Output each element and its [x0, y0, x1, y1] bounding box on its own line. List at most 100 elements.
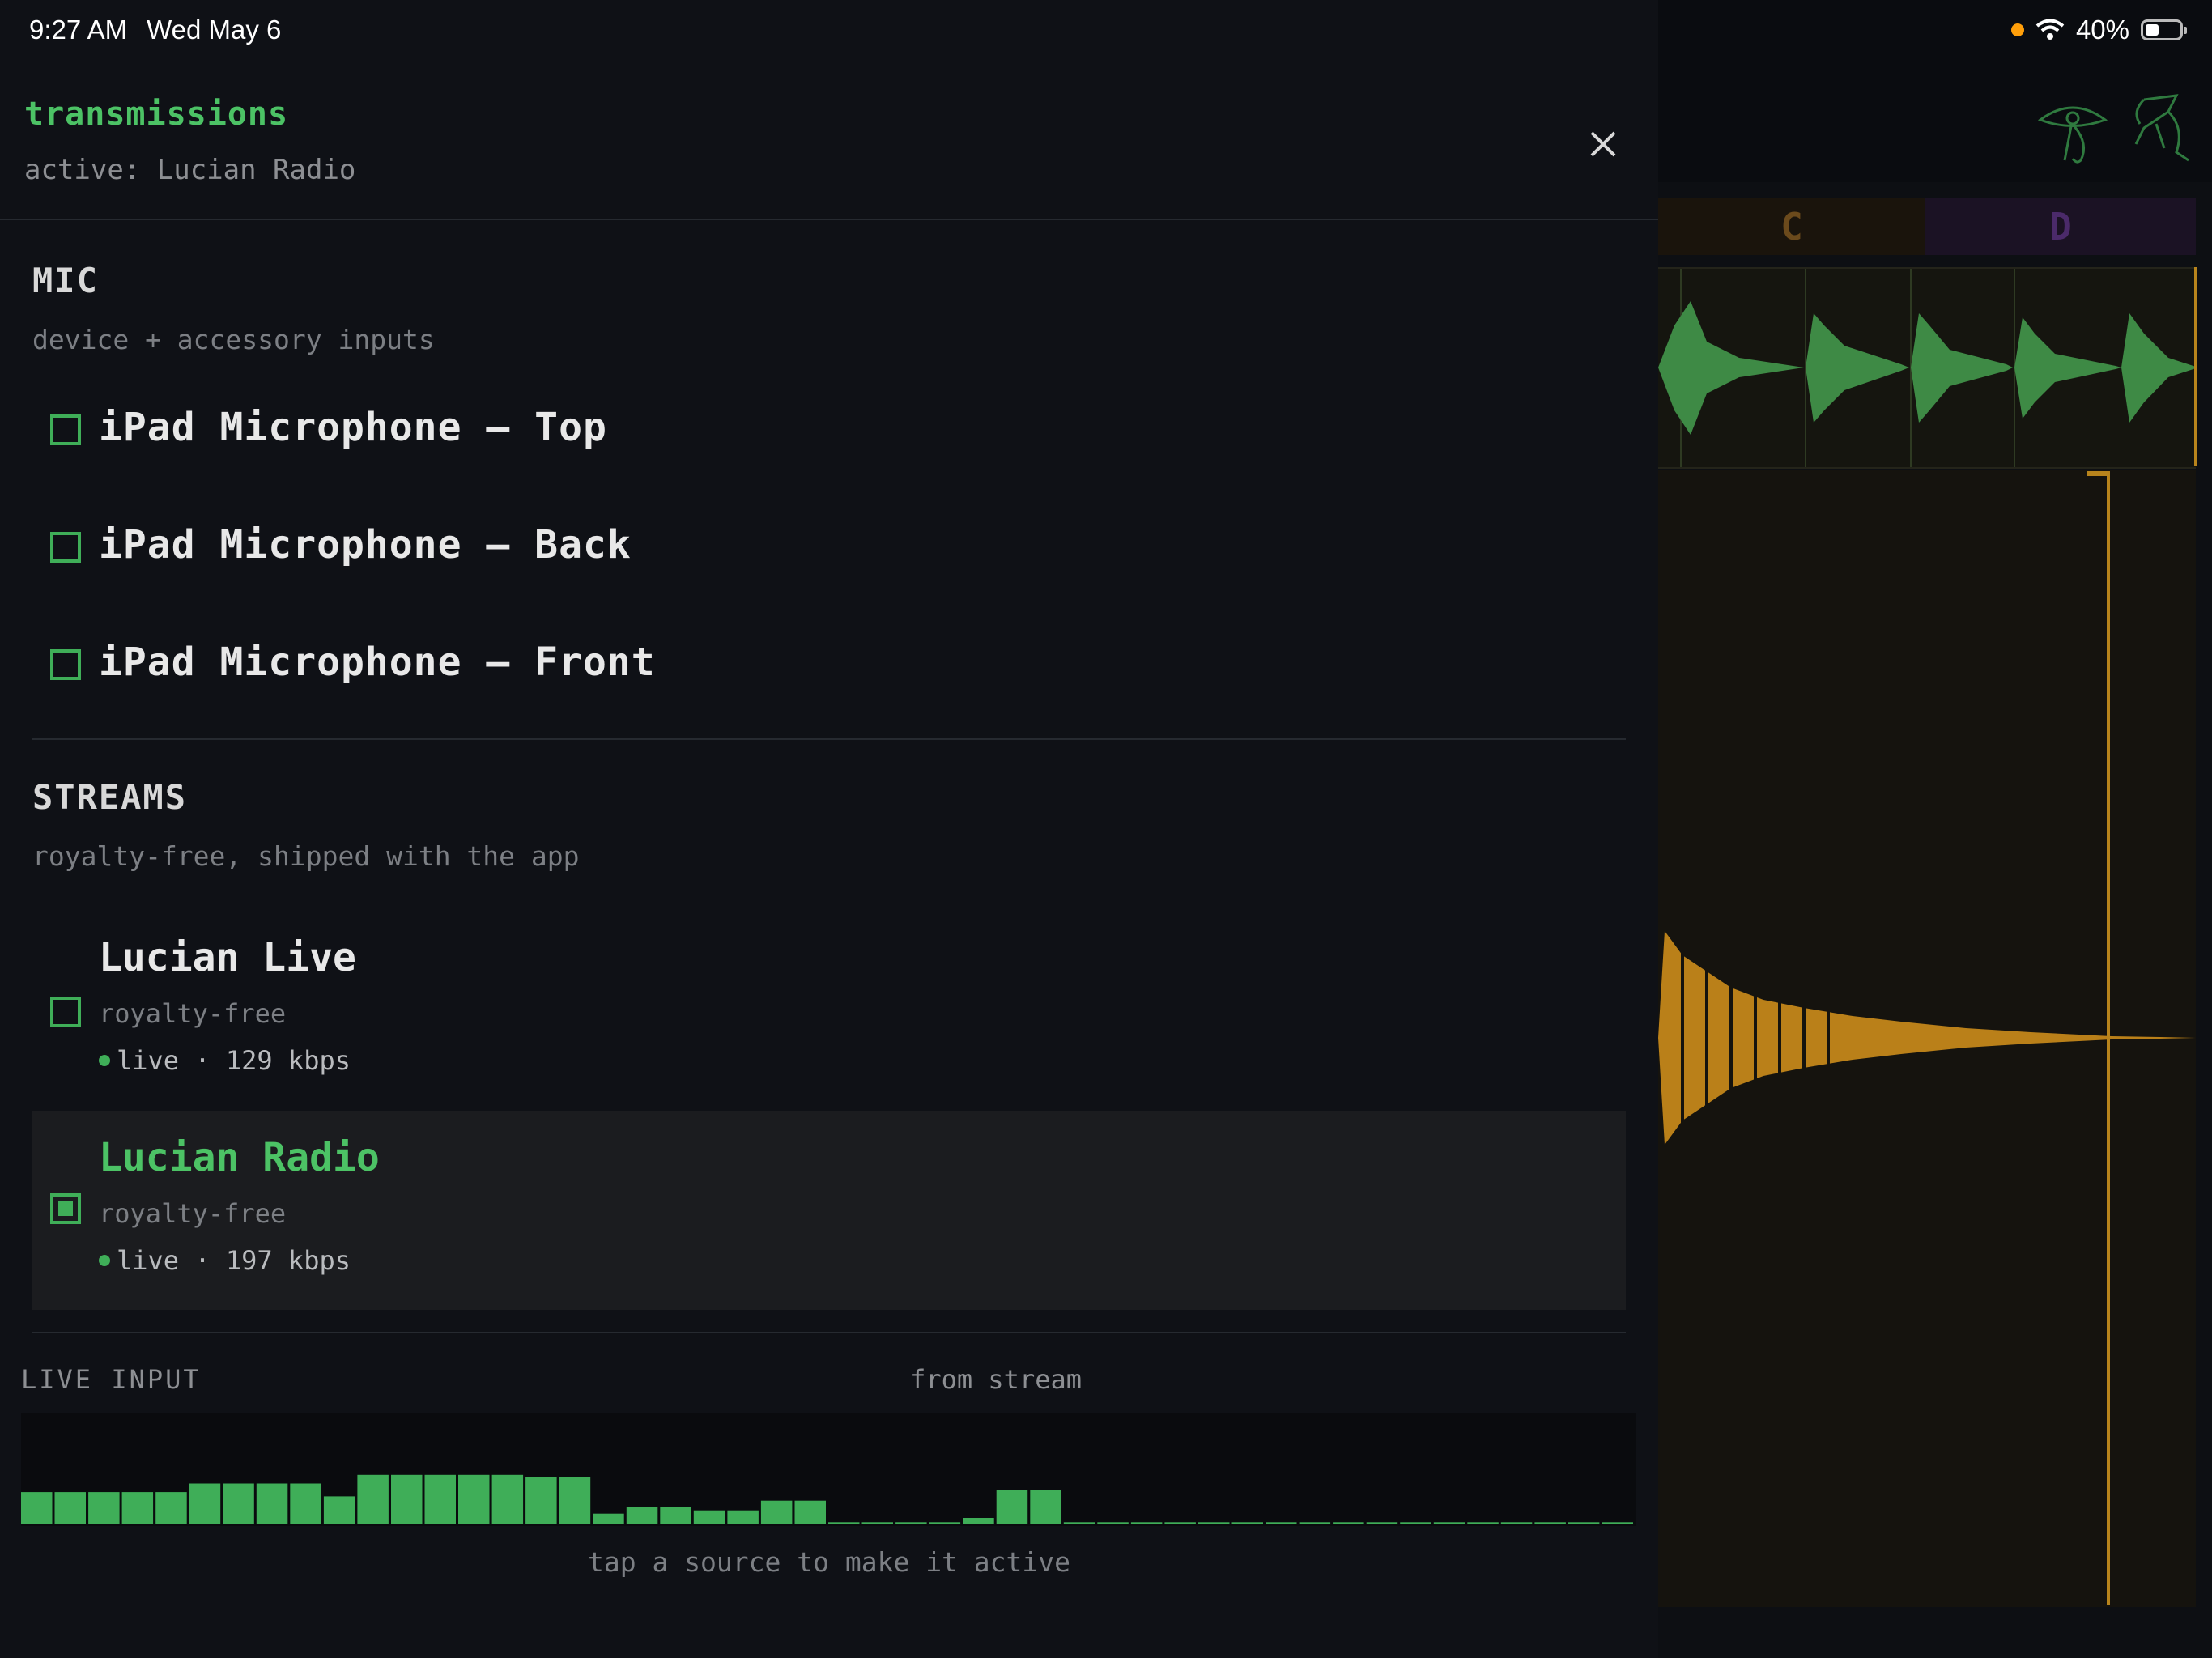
level-bar	[88, 1492, 120, 1524]
level-bar	[525, 1477, 557, 1524]
mic-item-label: iPad Microphone — Front	[99, 640, 656, 685]
level-bar	[155, 1492, 187, 1524]
level-bar	[963, 1518, 994, 1524]
level-bar	[323, 1496, 355, 1524]
level-bar	[1266, 1522, 1297, 1524]
status-bar-left: 9:27 AM Wed May 6	[29, 15, 281, 45]
track-end-marker	[2194, 267, 2197, 466]
level-bar	[794, 1500, 826, 1524]
level-bar	[1097, 1522, 1129, 1524]
level-bar	[929, 1522, 961, 1524]
lane-label: C	[1780, 205, 1803, 249]
battery-icon	[2141, 19, 2187, 40]
green-waveform	[1658, 269, 2196, 467]
live-input-meter	[21, 1413, 1636, 1526]
stream-name: Lucian Radio	[99, 1135, 380, 1180]
stream-meta: live · 197 kbps	[99, 1245, 351, 1276]
level-bar	[1400, 1522, 1431, 1524]
streams-section-subtitle: royalty-free, shipped with the app	[32, 840, 580, 872]
level-bar	[391, 1474, 423, 1524]
level-bar	[1602, 1522, 1633, 1524]
figure-icon[interactable]	[2120, 87, 2201, 168]
level-bar	[223, 1483, 254, 1524]
level-bar	[727, 1510, 759, 1524]
status-time: 9:27 AM	[29, 15, 128, 45]
level-bar	[290, 1483, 321, 1524]
level-bar	[1030, 1490, 1061, 1524]
level-bar	[256, 1483, 288, 1524]
stream-name: Lucian Live	[99, 935, 356, 980]
eye-icon[interactable]	[2032, 87, 2113, 168]
level-bar	[1534, 1522, 1566, 1524]
live-input-source: from stream	[910, 1364, 1082, 1395]
status-date: Wed May 6	[147, 15, 282, 45]
mic-item-label: iPad Microphone — Top	[99, 405, 607, 450]
level-bar	[189, 1483, 221, 1524]
level-bar	[1063, 1522, 1095, 1524]
level-bar	[1568, 1522, 1600, 1524]
lane-header-c[interactable]: C	[1658, 198, 1925, 255]
level-bar	[828, 1522, 860, 1524]
daw-background: C D	[1658, 0, 2212, 1658]
level-bar	[760, 1500, 793, 1524]
stream-lucian-live-checkbox[interactable]	[50, 997, 81, 1027]
mic-top-checkbox[interactable]	[50, 414, 81, 445]
stream-license: royalty-free	[99, 1198, 287, 1229]
level-bar	[1433, 1522, 1465, 1524]
close-button[interactable]	[1579, 120, 1627, 168]
level-bar	[1299, 1522, 1331, 1524]
level-bar	[1467, 1522, 1499, 1524]
level-bar	[424, 1474, 456, 1524]
battery-percent: 40%	[2075, 15, 2129, 45]
streams-section-title: STREAMS	[32, 777, 188, 817]
stream-lucian-radio-checkbox[interactable]	[50, 1193, 81, 1224]
lane-label: D	[2049, 205, 2072, 249]
level-bar	[693, 1510, 725, 1524]
level-bar	[1500, 1522, 1533, 1524]
stream-meta-text: live · 129 kbps	[117, 1045, 351, 1076]
level-bar	[593, 1513, 624, 1524]
live-dot-icon	[99, 1055, 110, 1066]
orange-waveform	[1658, 931, 2196, 1145]
mic-back-checkbox[interactable]	[50, 532, 81, 563]
live-input-title: LIVE INPUT	[21, 1364, 202, 1395]
level-bar	[491, 1474, 524, 1524]
lane-header-d[interactable]: D	[1925, 198, 2196, 255]
panel-title: transmissions	[24, 96, 289, 133]
level-bar	[996, 1490, 1028, 1524]
green-waveform-track[interactable]	[1658, 267, 2196, 469]
wifi-icon	[2035, 19, 2065, 40]
level-bar	[1333, 1522, 1364, 1524]
level-bar	[861, 1522, 893, 1524]
section-divider	[32, 738, 1626, 740]
transmissions-panel: transmissions active: Lucian Radio MIC d…	[0, 0, 1658, 1658]
level-bar	[626, 1507, 658, 1524]
level-bar	[1231, 1522, 1263, 1524]
level-bar	[559, 1477, 591, 1524]
orange-waveform-track[interactable]	[1658, 470, 2196, 1607]
mic-section-subtitle: device + accessory inputs	[32, 324, 435, 355]
playhead[interactable]	[2107, 471, 2110, 1605]
stream-license: royalty-free	[99, 998, 287, 1029]
level-bar	[895, 1522, 927, 1524]
stream-item-lucian-live[interactable]: Lucian Live royalty-free live · 129 kbps	[32, 911, 1626, 1110]
mic-front-checkbox[interactable]	[50, 649, 81, 680]
close-icon	[1590, 131, 1616, 157]
live-dot-icon	[99, 1255, 110, 1266]
level-meter-bars	[21, 1474, 1633, 1524]
mic-section-title: MIC	[32, 261, 99, 300]
level-bar	[357, 1474, 389, 1524]
level-bar	[54, 1492, 86, 1524]
level-bar	[1198, 1522, 1230, 1524]
recording-indicator-icon	[2010, 23, 2024, 36]
level-bar	[660, 1507, 691, 1524]
stream-item-lucian-radio[interactable]: Lucian Radio royalty-free live · 197 kbp…	[32, 1111, 1626, 1310]
status-bar-right: 40%	[2010, 15, 2187, 45]
level-bar	[1366, 1522, 1398, 1524]
stream-meta-text: live · 197 kbps	[117, 1245, 351, 1276]
stream-meta: live · 129 kbps	[99, 1045, 351, 1076]
level-bar	[1130, 1522, 1163, 1524]
level-bar	[21, 1492, 53, 1524]
level-bar	[121, 1492, 154, 1524]
hint-text: tap a source to make it active	[587, 1546, 1071, 1578]
